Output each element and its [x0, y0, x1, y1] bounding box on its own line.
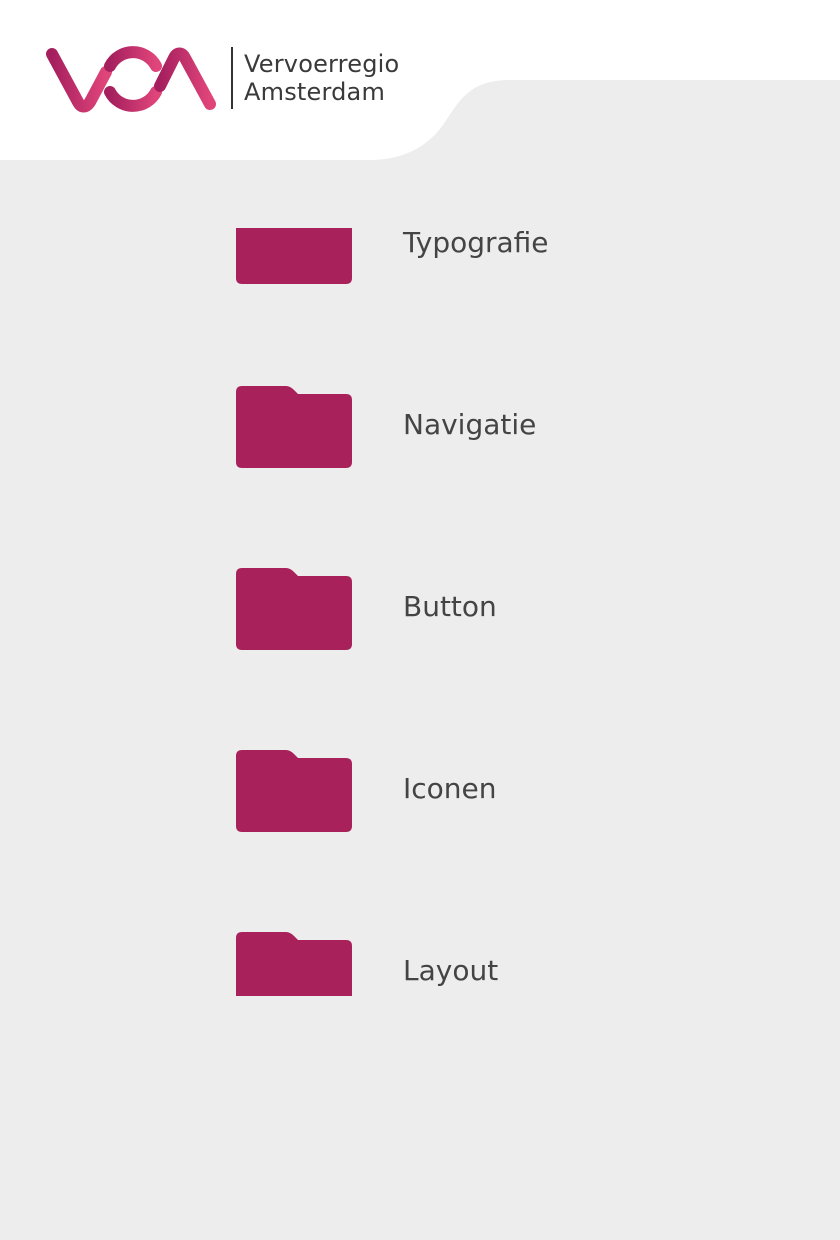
folder-icon: [236, 228, 352, 284]
folder-label-button: Button: [403, 590, 497, 623]
folder-icon: [236, 932, 352, 996]
folder-label-iconen: Iconen: [403, 772, 497, 805]
logo-line-1: Vervoerregio: [244, 50, 400, 78]
folder-item-typografie[interactable]: Typografie: [236, 190, 756, 300]
vervoerregio-amsterdam-logo[interactable]: Vervoerregio Amsterdam: [44, 44, 424, 114]
folder-item-navigatie[interactable]: Navigatie: [236, 372, 756, 482]
folder-label-navigatie: Navigatie: [403, 408, 537, 441]
logo-divider: [231, 47, 233, 109]
folder-label-layout: Layout: [403, 954, 499, 987]
folder-icon: [236, 750, 352, 832]
logo-line-2: Amsterdam: [244, 78, 386, 106]
folder-label-typografie: Typografie: [403, 226, 549, 259]
logo-wordmark: Vervoerregio Amsterdam: [244, 50, 399, 106]
folder-item-iconen[interactable]: Iconen: [236, 736, 756, 846]
folder-list: Typografie Navigatie Button Iconen Layou…: [236, 190, 756, 1010]
folder-item-layout[interactable]: Layout: [236, 918, 756, 1028]
folder-item-button[interactable]: Button: [236, 554, 756, 664]
folder-icon: [236, 568, 352, 650]
folder-icon: [236, 386, 352, 468]
vra-logo-mark-icon: [46, 46, 216, 113]
